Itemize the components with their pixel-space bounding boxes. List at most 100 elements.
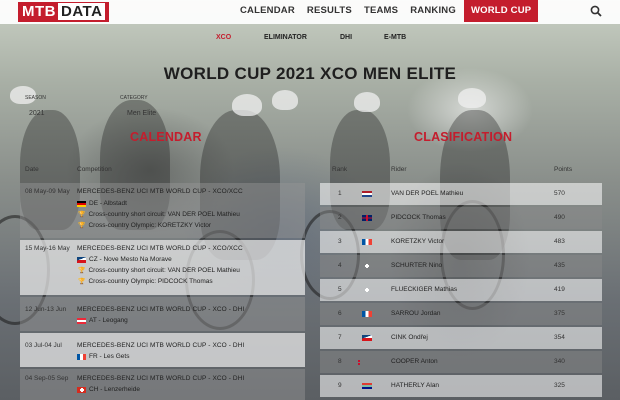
switzerland-flag-icon [77,386,86,393]
germany-flag-icon [77,200,86,207]
points: 340 [554,358,565,365]
uk-flag-icon [362,215,372,221]
classification-row[interactable]: 9 HATHERLY Alan 325 [320,375,602,397]
classification-row[interactable]: 8 COOPER Anton 340 [320,351,602,373]
nav-calendar[interactable]: CALENDAR [240,0,295,22]
season-select[interactable]: 2021 [29,110,45,117]
rider-name[interactable]: FLUECKIGER Mathias [391,286,457,293]
classification-row[interactable]: 3 KORETZKY Victor 483 [320,231,602,253]
trophy-icon: 🏆 [78,279,86,285]
classification-row[interactable]: 5 FLUECKIGER Mathias 419 [320,279,602,301]
calendar-location: DE - Albstadt [77,200,127,207]
calendar-competition[interactable]: MERCEDES-BENZ UCI MTB WORLD CUP - XCO - … [77,306,244,313]
calendar-location: CH - Lenzerheide [77,386,140,393]
search-icon[interactable] [590,5,602,17]
rank: 4 [338,262,342,269]
points: 419 [554,286,565,293]
calendar-winner-text: Cross-country short circuit: VAN DER POE… [88,211,240,218]
points: 325 [554,382,565,389]
calendar-location: FR - Les Gets [77,353,129,360]
points: 570 [554,190,565,197]
nav-ranking[interactable]: RANKING [410,0,456,22]
calendar-winner-text: Cross-country Olympic: PIDCOCK Thomas [88,278,213,285]
nav-teams[interactable]: TEAMS [364,0,398,22]
calendar-location-text: DE - Albstadt [89,200,127,207]
calendar-date: 04 Sep-05 Sep [25,375,69,382]
top-navigation-bar: MTB DATA CALENDAR RESULTS TEAMS RANKING W… [0,0,620,24]
tab-eliminator[interactable]: ELIMINATOR [264,34,307,41]
rider-name[interactable]: SCHURTER Nino [391,262,442,269]
tab-e-mtb[interactable]: E-MTB [384,34,406,41]
rider-name[interactable]: VAN DER POEL Mathieu [391,190,463,197]
trophy-icon: 🏆 [78,223,86,229]
rank: 1 [338,190,342,197]
nav-world-cup[interactable]: WORLD CUP [463,0,539,22]
calendar-competition[interactable]: MERCEDES-BENZ UCI MTB WORLD CUP - XCO/XC… [77,245,243,252]
calendar-winner: 🏆 Cross-country Olympic: PIDCOCK Thomas [77,278,213,285]
season-label: SEASON [25,95,46,101]
logo-data-text: DATA [58,3,106,20]
category-label: CATEGORY [120,95,148,101]
trophy-icon: 🏆 [78,212,86,218]
calendar-row[interactable]: 15 May-16 May MERCEDES-BENZ UCI MTB WORL… [20,240,305,295]
calendar-competition[interactable]: MERCEDES-BENZ UCI MTB WORLD CUP - XCO/XC… [77,188,243,195]
classification-row[interactable]: 1 VAN DER POEL Mathieu 570 [320,183,602,205]
calendar-location-text: CZ - Nove Mesto Na Morave [89,256,172,263]
rank: 5 [338,286,342,293]
page-title: WORLD CUP 2021 XCO MEN ELITE [163,64,457,83]
calendar-winner-text: Cross-country short circuit: VAN DER POE… [88,267,240,274]
calendar-location-text: CH - Lenzerheide [89,386,140,393]
points: 375 [554,310,565,317]
classification-rider-header: Rider [391,166,407,173]
tab-dhi[interactable]: DHI [340,34,352,41]
calendar-date: 15 May-16 May [25,245,70,252]
points: 354 [554,334,565,341]
rider-name[interactable]: KORETZKY Victor [391,238,444,245]
points: 435 [554,262,565,269]
points: 490 [554,214,565,221]
rank: 9 [338,382,342,389]
rider-name[interactable]: PIDCOCK Thomas [391,214,446,221]
calendar-date: 12 Jun-13 Jun [25,306,67,313]
calendar-competition[interactable]: MERCEDES-BENZ UCI MTB WORLD CUP - XCO - … [77,342,244,349]
trophy-icon: 🏆 [78,268,86,274]
classification-title: CLASIFICATION [414,130,513,144]
rank: 2 [338,214,342,221]
rank: 7 [338,334,342,341]
calendar-competition-header: Competition [77,166,112,173]
calendar-date-header: Date [25,166,39,173]
rank: 6 [338,310,342,317]
points: 483 [554,238,565,245]
classification-rank-header: Rank [332,166,348,173]
france-flag-icon [362,311,372,317]
calendar-row[interactable]: 03 Jul-04 Jul MERCEDES-BENZ UCI MTB WORL… [20,333,305,367]
tab-xco[interactable]: XCO [216,34,231,41]
rider-name[interactable]: COOPER Anton [391,358,438,365]
logo-mtb-text: MTB [22,3,56,20]
calendar-row[interactable]: 12 Jun-13 Jun MERCEDES-BENZ UCI MTB WORL… [20,297,305,331]
classification-row[interactable]: 6 SARROU Jordan 375 [320,303,602,325]
classification-row[interactable]: 7 CINK Ondřej 354 [320,327,602,349]
calendar-winner-text: Cross-country Olympic: KORETZKY Victor [88,222,212,229]
calendar-row[interactable]: 04 Sep-05 Sep MERCEDES-BENZ UCI MTB WORL… [20,369,305,400]
calendar-title: CALENDAR [130,130,202,144]
calendar-location-text: AT - Leogang [89,317,128,324]
category-select[interactable]: Men Elite [127,110,156,117]
mtb-data-logo[interactable]: MTB DATA [18,2,110,22]
calendar-location: CZ - Nove Mesto Na Morave [77,256,172,263]
rider-name[interactable]: CINK Ondřej [391,334,428,341]
calendar-row[interactable]: 08 May-09 May MERCEDES-BENZ UCI MTB WORL… [20,183,305,238]
czechia-flag-icon [77,256,86,263]
classification-row[interactable]: 2 PIDCOCK Thomas 490 [320,207,602,229]
rank: 3 [338,238,342,245]
calendar-winner: 🏆 Cross-country Olympic: KORETZKY Victor [77,222,211,229]
rider-name[interactable]: HATHERLY Alan [391,382,439,389]
south-africa-flag-icon [362,383,372,389]
france-flag-icon [362,239,372,245]
main-nav: CALENDAR RESULTS TEAMS RANKING WORLD CUP [240,0,550,22]
nav-results[interactable]: RESULTS [307,0,352,22]
rider-name[interactable]: SARROU Jordan [391,310,441,317]
calendar-competition[interactable]: MERCEDES-BENZ UCI MTB WORLD CUP - XCO - … [77,375,244,382]
classification-row[interactable]: 4 SCHURTER Nino 435 [320,255,602,277]
calendar-date: 03 Jul-04 Jul [25,342,62,349]
